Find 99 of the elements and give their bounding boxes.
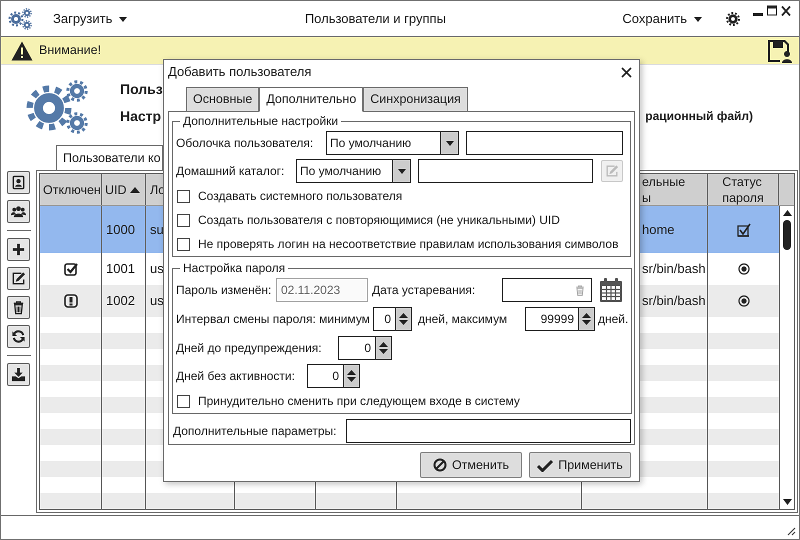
tab[interactable]: Дополнительно <box>259 87 364 112</box>
column-header[interactable]: UID <box>105 182 127 198</box>
field-label: Дата устаревания: <box>372 282 476 299</box>
checkbox[interactable] <box>177 214 190 226</box>
caret-icon <box>118 14 128 22</box>
table-cell-text: us <box>150 292 164 310</box>
scroll-down-icon[interactable] <box>782 499 792 505</box>
column-header[interactable]: Статус пароля <box>722 174 764 205</box>
field-label: дней, максимум <box>418 311 508 328</box>
caret-icon[interactable] <box>444 138 454 146</box>
table-cell-text: us <box>150 260 164 278</box>
check-icon <box>537 458 554 472</box>
shell-dropdown[interactable]: По умолчанию <box>326 130 459 154</box>
group-title: Дополнительные настройки <box>182 113 340 130</box>
download-button[interactable] <box>7 363 30 386</box>
contact-card-icon <box>11 175 26 190</box>
window-title: Пользователи и группы <box>304 10 446 28</box>
edit-icon <box>11 271 26 286</box>
checkbox-label: Создать пользователя с повторяющимися (не уникальными) UID <box>198 212 560 229</box>
table-cell-text: 1001 <box>106 260 135 278</box>
column-header[interactable]: ельные ы <box>642 174 686 205</box>
load-menu[interactable]: Загрузить <box>51 6 130 32</box>
field-label: Интервал смены пароля: минимум <box>176 311 371 328</box>
table-cell-text: 1000 <box>106 220 135 239</box>
sort-up-icon <box>130 186 140 193</box>
tab[interactable]: Основные <box>186 87 260 112</box>
table-cell-text: sr/bin/bash <box>642 292 706 310</box>
people-icon <box>11 204 26 219</box>
page-title: Польз <box>120 80 163 98</box>
scroll-up-icon[interactable] <box>782 210 792 216</box>
tab[interactable]: Синхронизация <box>363 87 468 112</box>
spin-arrows-icon[interactable] <box>347 368 356 382</box>
max-days-spinner[interactable]: 99999 <box>525 307 595 331</box>
table-cell-text: 1002 <box>106 292 135 310</box>
edit-button[interactable] <box>7 267 30 290</box>
maximize-icon[interactable] <box>767 5 777 17</box>
calendar-icon[interactable] <box>599 277 623 303</box>
checkbox-label: Принудительно сменить при следующем входе в систему <box>198 393 520 410</box>
group-title: Настройка пароля <box>182 260 286 277</box>
checked-box-icon <box>736 222 750 236</box>
cancel-icon <box>432 458 447 472</box>
checkbox[interactable] <box>177 394 190 408</box>
field-label: Домашний каталог: <box>176 162 286 180</box>
spin-arrows-icon[interactable] <box>582 312 591 326</box>
radio-dot-icon <box>738 295 750 307</box>
scrollbar[interactable] <box>779 206 794 509</box>
caret-icon <box>693 14 703 22</box>
page-subtitle: рационный файл) <box>645 108 753 125</box>
date-field[interactable] <box>502 278 592 302</box>
tab[interactable]: Пользователи ко <box>56 145 163 170</box>
close-icon[interactable] <box>621 66 632 78</box>
shell-field[interactable] <box>466 130 623 154</box>
column-header[interactable]: Отключен <box>43 182 101 198</box>
warning-icon <box>11 40 33 60</box>
edit-icon <box>605 164 619 178</box>
settings-icon[interactable] <box>725 10 741 26</box>
resize-grip-icon[interactable] <box>786 526 796 536</box>
table-cell-text: home <box>642 220 675 239</box>
home-dropdown[interactable]: По умолчанию <box>296 158 411 182</box>
dialog-title: Добавить пользователя <box>168 63 312 82</box>
table-cell-text: sr/bin/bash <box>642 260 706 278</box>
close-icon[interactable] <box>781 5 791 17</box>
spin-arrows-icon[interactable] <box>379 340 388 354</box>
table-cell-text: su <box>150 220 164 239</box>
refresh-button[interactable] <box>7 325 30 348</box>
field-label: дней. <box>598 311 628 328</box>
warning-text: Внимание! <box>39 42 102 60</box>
plus-button[interactable] <box>7 238 30 261</box>
checkbox[interactable] <box>177 238 190 250</box>
contact-card-button[interactable] <box>7 171 30 194</box>
save-menu[interactable]: Сохранить <box>620 6 705 32</box>
refresh-icon <box>11 329 26 344</box>
trash-icon <box>11 300 26 315</box>
scrollbar-thumb[interactable] <box>783 220 791 250</box>
apply-button[interactable]: Применить <box>529 452 631 478</box>
checkbox-label: Создавать системного пользователя <box>198 188 402 205</box>
trash-button[interactable] <box>7 296 30 319</box>
floppy-user-icon[interactable] <box>767 38 793 62</box>
field-label: Пароль изменён: <box>176 282 272 299</box>
field-label: Оболочка пользователя: <box>176 134 314 152</box>
field-label: Дополнительные параметры: <box>173 423 338 440</box>
plus-icon <box>11 242 26 257</box>
exclamation-icon <box>64 294 78 308</box>
home-field[interactable] <box>418 158 593 182</box>
warning-days-spinner[interactable]: 0 <box>338 336 392 360</box>
people-button[interactable] <box>7 200 30 223</box>
download-icon <box>11 367 26 382</box>
field-label: Дней до предупреждения: <box>176 340 323 356</box>
parameters-field[interactable] <box>346 419 631 443</box>
checked-box-icon <box>64 262 78 276</box>
page-subtitle: Настр <box>120 107 162 125</box>
app-gears-icon <box>7 6 33 32</box>
spin-arrows-icon[interactable] <box>399 312 408 326</box>
field-label: Дней без активности: <box>176 368 296 384</box>
min-days-spinner[interactable]: 0 <box>373 307 412 331</box>
checkbox[interactable] <box>177 190 190 202</box>
radio-dot-icon <box>738 263 750 275</box>
checkbox-label: Не проверять логин на несоответствие правилам использования символов <box>198 236 618 253</box>
cancel-button[interactable]: Отменить <box>420 452 522 478</box>
